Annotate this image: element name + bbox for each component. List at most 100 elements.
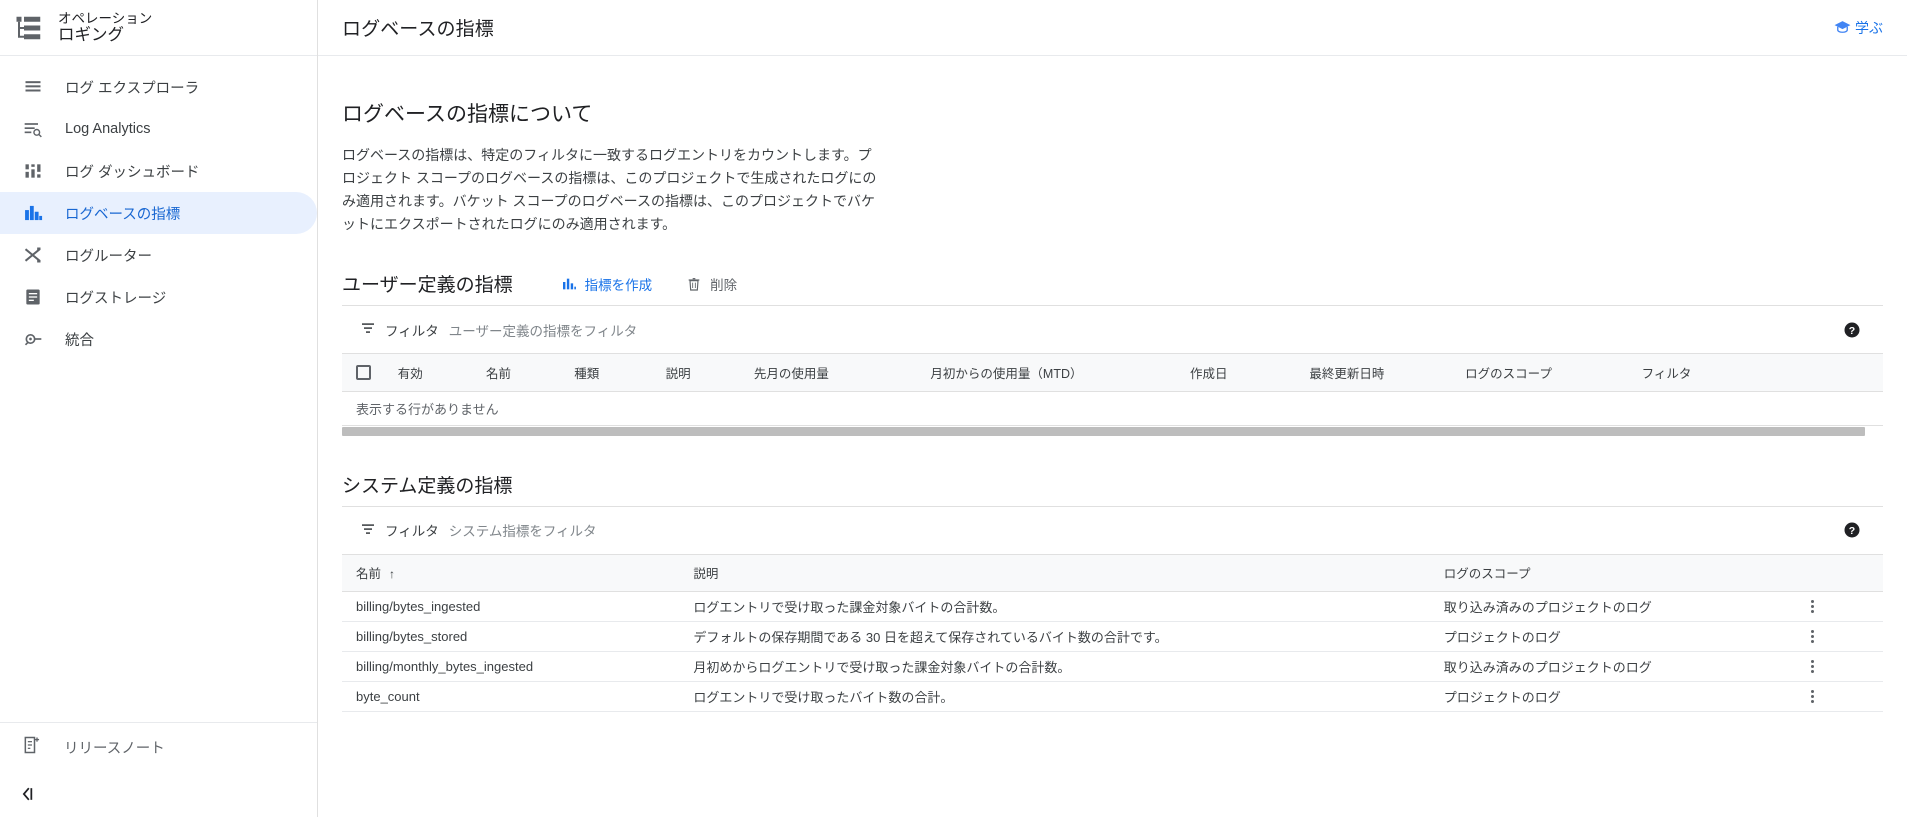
logs-based-metrics-icon xyxy=(22,203,43,224)
integrations-icon xyxy=(22,329,43,350)
column-header-last-month-usage[interactable]: 先月の使用量 xyxy=(745,354,923,392)
metric-log-scope: 取り込み済みのプロジェクトのログ xyxy=(1435,651,1797,682)
system-metrics-body: billing/bytes_ingested ログエントリで受け取った課金対象バ… xyxy=(342,591,1883,712)
select-all-header xyxy=(342,354,390,392)
table-row[interactable]: billing/bytes_ingested ログエントリで受け取った課金対象バ… xyxy=(342,591,1883,622)
row-menu-cell xyxy=(1796,591,1883,622)
collapse-panel-button[interactable] xyxy=(0,771,317,817)
product-title-group: オペレーション ロギング xyxy=(58,11,152,45)
sidebar-item-log-analytics[interactable]: Log Analytics xyxy=(0,108,317,150)
product-name: ロギング xyxy=(58,25,124,44)
metric-description: ログエントリで受け取った課金対象バイトの合計数。 xyxy=(685,591,1436,622)
sort-ascending-icon: ↑ xyxy=(389,567,396,582)
delete-metric-button[interactable]: 削除 xyxy=(686,274,737,294)
delete-metric-label: 削除 xyxy=(710,277,738,293)
row-more-options-icon[interactable] xyxy=(1804,600,1820,613)
row-more-options-icon[interactable] xyxy=(1804,660,1820,673)
metric-name: byte_count xyxy=(342,681,686,712)
create-metric-button[interactable]: 指標を作成 xyxy=(561,274,653,294)
column-header-name[interactable]: 名前 xyxy=(478,354,567,392)
select-all-checkbox[interactable] xyxy=(356,364,371,380)
column-header-last-updated[interactable]: 最終更新日時 xyxy=(1301,354,1458,392)
table-row[interactable]: billing/bytes_stored デフォルトの保存期間である 30 日を… xyxy=(342,621,1883,652)
sidebar-item-label: ログ ダッシュボード xyxy=(65,164,200,181)
column-header-enabled[interactable]: 有効 xyxy=(389,354,479,392)
user-metrics-header: ユーザー定義の指標 指標を作成 削除 xyxy=(342,270,1883,297)
column-header-description[interactable]: 説明 xyxy=(657,354,746,392)
user-metrics-filter-label: フィルタ xyxy=(385,323,439,339)
sidebar-footer: リリースノート xyxy=(0,722,317,817)
sidebar-item-log-explorer[interactable]: ログ エクスプローラ xyxy=(0,66,317,108)
sidebar-nav: ログ エクスプローラ Log Analytics ログ ダッシュボード ログベー… xyxy=(0,56,317,722)
table-row[interactable]: billing/monthly_bytes_ingested 月初めからログエン… xyxy=(342,651,1883,682)
page-title: ログベースの指標 xyxy=(342,19,494,40)
help-icon[interactable]: ? xyxy=(1843,521,1861,539)
metric-log-scope: プロジェクトのログ xyxy=(1435,681,1797,712)
user-metrics-header-row: 有効 名前 種類 説明 先月の使用量 月初からの使用量（MTD） 作成日 最終更… xyxy=(342,354,1883,392)
page-topbar: ログベースの指標 学ぶ xyxy=(318,0,1907,56)
sidebar-item-log-storage[interactable]: ログストレージ xyxy=(0,276,317,318)
column-header-row-menu xyxy=(1796,554,1883,592)
metric-name: billing/bytes_ingested xyxy=(342,591,686,622)
sidebar-item-integrations[interactable]: 統合 xyxy=(0,318,317,360)
metric-log-scope: プロジェクトのログ xyxy=(1435,621,1797,652)
user-metrics-horizontal-scrollbar[interactable] xyxy=(342,425,1883,437)
collapse-panel-icon xyxy=(18,784,38,804)
user-metrics-card: フィルタ ユーザー定義の指標をフィルタ ? 有効 名前 種類 説明 先月の使用量… xyxy=(342,305,1883,437)
user-metrics-actions: 指標を作成 削除 xyxy=(561,274,737,294)
metric-description: 月初めからログエントリで受け取った課金対象バイトの合計数。 xyxy=(685,651,1436,682)
log-dashboard-icon xyxy=(22,161,43,182)
column-header-spacer xyxy=(1758,354,1883,392)
user-metrics-filter-button[interactable]: フィルタ xyxy=(360,320,439,340)
table-row[interactable]: byte_count ログエントリで受け取ったバイト数の合計。 プロジェクトのロ… xyxy=(342,681,1883,712)
column-header-description[interactable]: 説明 xyxy=(685,554,1436,592)
create-metric-label: 指標を作成 xyxy=(584,277,653,293)
log-explorer-icon xyxy=(22,77,43,98)
sidebar-item-label: ログベースの指標 xyxy=(65,206,181,223)
log-storage-icon xyxy=(22,287,43,308)
system-metrics-filter-button[interactable]: フィルタ xyxy=(360,520,439,540)
column-header-log-scope[interactable]: ログのスコープ xyxy=(1457,354,1634,392)
user-metrics-filter-input[interactable]: ユーザー定義の指標をフィルタ xyxy=(449,320,637,340)
row-more-options-icon[interactable] xyxy=(1804,630,1820,643)
learn-link[interactable]: 学ぶ xyxy=(1833,18,1883,38)
row-menu-cell xyxy=(1796,681,1883,712)
trash-icon xyxy=(686,276,702,292)
column-header-mtd-usage[interactable]: 月初からの使用量（MTD） xyxy=(922,354,1182,392)
sidebar-item-log-router[interactable]: ログルーター xyxy=(0,234,317,276)
log-router-icon xyxy=(22,245,43,266)
product-header: オペレーション ロギング xyxy=(0,0,317,56)
sidebar: オペレーション ロギング ログ エクスプローラ Log Analytics ログ… xyxy=(0,0,318,817)
sidebar-item-release-notes[interactable]: リリースノート xyxy=(0,723,317,771)
system-metrics-table: 名前 ↑ 説明 ログのスコープ billing/bytes_ingested ログ… xyxy=(342,554,1883,712)
column-header-type[interactable]: 種類 xyxy=(566,354,658,392)
about-title: ログベースの指標について xyxy=(342,103,593,126)
sidebar-item-label: ログストレージ xyxy=(65,290,167,307)
sidebar-item-logs-based-metrics[interactable]: ログベースの指標 xyxy=(0,192,317,234)
system-metrics-header: システム定義の指標 xyxy=(342,471,1883,498)
user-metrics-empty-text: 表示する行がありません xyxy=(342,391,1883,426)
system-metrics-title: システム定義の指標 xyxy=(342,475,513,497)
column-header-name[interactable]: 名前 ↑ xyxy=(342,554,686,592)
scrollbar-thumb[interactable] xyxy=(342,426,1865,436)
sidebar-item-label: ログ エクスプローラ xyxy=(65,80,200,97)
about-section: ログベースの指標について ログベースの指標は、特定のフィルタに一致するログエント… xyxy=(342,56,1883,236)
system-metrics-card: フィルタ システム指標をフィルタ ? 名前 ↑ 説明 ログのスコープ billi… xyxy=(342,505,1883,712)
metric-description: デフォルトの保存期間である 30 日を超えて保存されているバイト数の合計です。 xyxy=(685,621,1436,652)
graduation-cap-icon xyxy=(1833,18,1852,37)
system-metrics-filter-label: フィルタ xyxy=(385,524,439,539)
system-metrics-filter-input[interactable]: システム指標をフィルタ xyxy=(449,520,597,540)
row-menu-cell xyxy=(1796,621,1883,652)
column-header-filter[interactable]: フィルタ xyxy=(1633,354,1759,392)
user-metrics-empty-row: 表示する行がありません xyxy=(342,391,1883,426)
app-root: オペレーション ロギング ログ エクスプローラ Log Analytics ログ… xyxy=(0,0,1907,817)
user-metrics-filter-bar: フィルタ ユーザー定義の指標をフィルタ ? xyxy=(342,306,1883,354)
column-header-log-scope[interactable]: ログのスコープ xyxy=(1435,554,1797,592)
sidebar-item-log-dashboard[interactable]: ログ ダッシュボード xyxy=(0,150,317,192)
release-notes-icon xyxy=(22,735,42,759)
product-eyebrow: オペレーション xyxy=(58,10,153,26)
column-header-created[interactable]: 作成日 xyxy=(1182,354,1302,392)
row-more-options-icon[interactable] xyxy=(1804,690,1820,703)
about-body: ログベースの指標は、特定のフィルタに一致するログエントリをカウントします。プロジ… xyxy=(342,147,877,232)
help-icon[interactable]: ? xyxy=(1843,321,1861,339)
